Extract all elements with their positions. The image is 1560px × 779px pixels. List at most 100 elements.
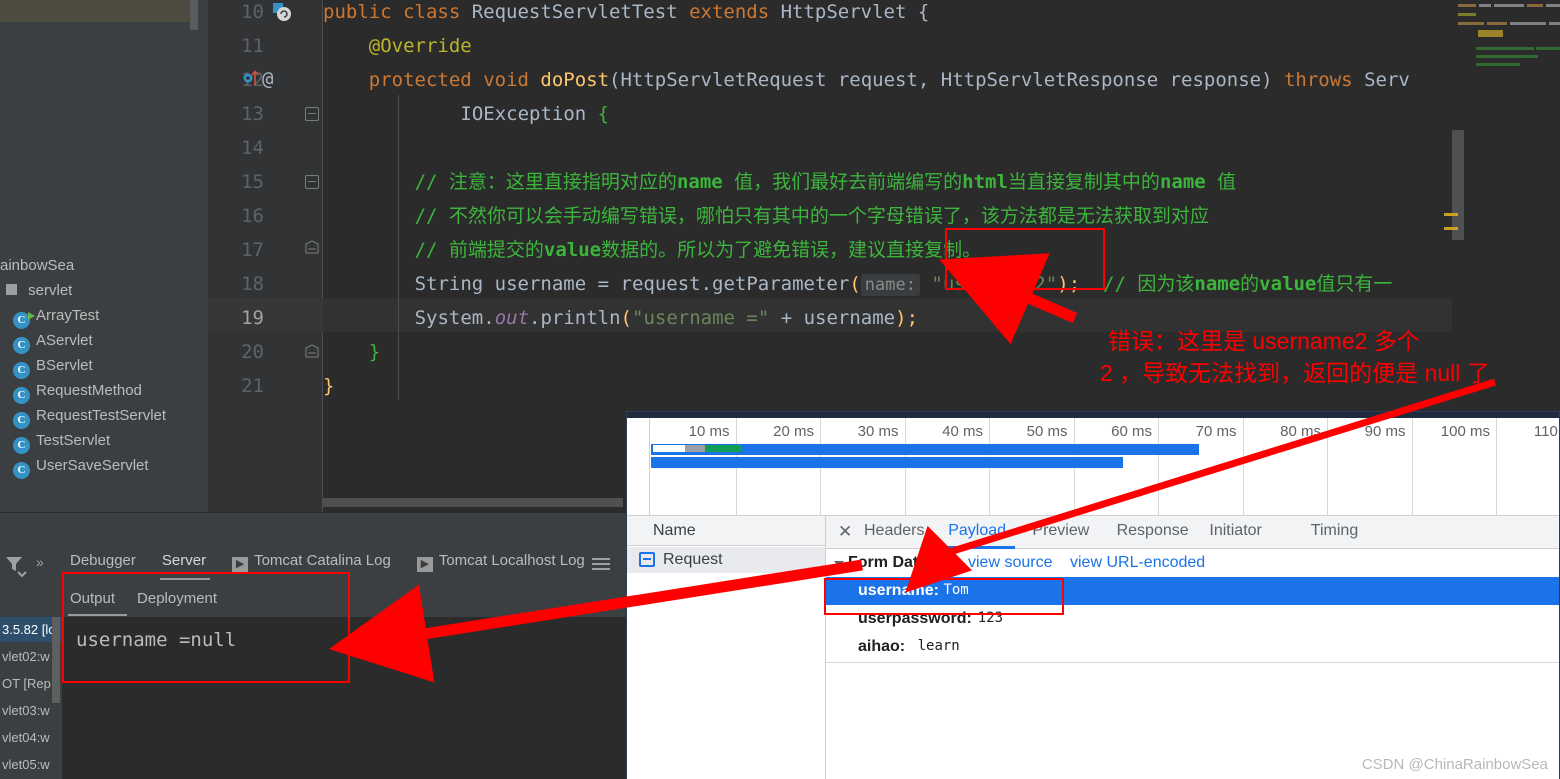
tool-tab-label: Tomcat Catalina Log bbox=[254, 552, 391, 569]
server-entry[interactable]: vlet05:w bbox=[0, 752, 62, 777]
fold-marker-13[interactable] bbox=[305, 107, 319, 121]
warning-stripe-marker[interactable] bbox=[1444, 227, 1458, 230]
code-token: ( bbox=[609, 69, 621, 91]
code-token: getParameter bbox=[712, 273, 850, 295]
overview-tick-label: 100 ms bbox=[1440, 423, 1490, 440]
network-request-row[interactable]: Request bbox=[627, 547, 825, 573]
tree-item-requesttestservlet[interactable]: C RequestTestServlet bbox=[13, 403, 166, 429]
hamburger-icon[interactable] bbox=[590, 554, 612, 574]
overview-tick-label: 60 ms bbox=[1111, 423, 1152, 440]
devtools-tab-headers[interactable]: Headers bbox=[864, 522, 924, 540]
code-token: // 因为该 bbox=[1103, 273, 1195, 295]
watermark: CSDN @ChinaRainbowSea bbox=[1361, 756, 1548, 773]
editor-horizontal-scroll-thumb[interactable] bbox=[323, 498, 623, 507]
code-token: protected bbox=[368, 69, 484, 91]
overview-tick-label: 40 ms bbox=[942, 423, 983, 440]
tool-tab-label: Server bbox=[161, 552, 207, 569]
devtools-tab-payload[interactable]: Payload bbox=[948, 522, 1006, 540]
tool-tab-tomcat-localhost-log[interactable]: ▶ Tomcat Localhost Log bbox=[416, 552, 585, 572]
code-token: 的 bbox=[1240, 273, 1260, 295]
tree-item-aservlet[interactable]: C AServlet bbox=[13, 328, 93, 354]
code-token: // 不然你可以会手动编写错误，哪怕只有其中的一个字母错误了，该方法都是无法获取… bbox=[414, 205, 1209, 227]
tree-item-label: TestServlet bbox=[36, 432, 111, 449]
tree-item-label: BServlet bbox=[36, 357, 93, 374]
project-selected-row[interactable] bbox=[0, 0, 190, 22]
tree-root-item[interactable]: ainbowSea bbox=[0, 253, 74, 278]
devtools-tabbar[interactable]: ✕ Headers Payload Preview Response Initiator… bbox=[826, 516, 1559, 549]
form-data-title: Form Data bbox=[848, 554, 928, 571]
tree-item-requestmethod[interactable]: C RequestMethod bbox=[13, 378, 142, 404]
tree-item-bservlet[interactable]: C BServlet bbox=[13, 353, 93, 379]
code-token: response bbox=[1169, 69, 1262, 91]
project-scrollbar[interactable] bbox=[190, 0, 198, 30]
override-method-gutter-icon[interactable] bbox=[243, 69, 259, 87]
class-runnable-icon: C bbox=[13, 312, 35, 329]
code-token: HttpServletRequest bbox=[620, 69, 838, 91]
fold-marker-15[interactable] bbox=[305, 175, 319, 189]
editor-scroll-thumb[interactable] bbox=[1452, 130, 1464, 240]
close-icon[interactable]: ✕ bbox=[838, 522, 852, 542]
tree-item-testservlet[interactable]: C TestServlet bbox=[13, 428, 111, 454]
tree-item-arraytest[interactable]: C ArrayTest bbox=[13, 303, 99, 329]
document-icon bbox=[639, 552, 655, 567]
fold-marker-17[interactable] bbox=[305, 240, 319, 254]
annotation-text-line1: 错误：这里是 username2 多个 bbox=[1108, 328, 1420, 354]
overview-tick-label: 90 ms bbox=[1364, 423, 1406, 440]
server-entry[interactable]: vlet04:w bbox=[0, 725, 62, 750]
project-panel[interactable]: ainbowSea servlet C ArrayTest C AServlet C BS… bbox=[0, 0, 208, 512]
view-source-link[interactable]: view source bbox=[968, 554, 1052, 572]
tree-item-package[interactable]: servlet bbox=[6, 278, 72, 303]
fold-marker-20[interactable] bbox=[305, 344, 319, 358]
class-run-gutter-icon[interactable] bbox=[272, 3, 292, 23]
devtools-tab-preview[interactable]: Preview bbox=[1032, 522, 1089, 540]
form-data-row[interactable]: aihao: learn bbox=[826, 633, 1559, 661]
overview-tick-label: 20 ms bbox=[773, 423, 814, 440]
code-token: . bbox=[529, 307, 541, 329]
annotation-box-username2 bbox=[945, 228, 1105, 290]
code-token: RequestServletTest bbox=[471, 1, 690, 23]
devtools-detail-pane[interactable]: ✕ Headers Payload Preview Response Initiator… bbox=[826, 516, 1559, 779]
tree-item-label: UserSaveServlet bbox=[36, 457, 149, 474]
network-overview[interactable]: 10 ms 20 ms 30 ms 40 ms 50 ms 60 ms 70 ms 80 ms… bbox=[627, 418, 1560, 516]
code-token: name bbox=[1159, 171, 1206, 193]
form-data-header[interactable]: Form Data view source view URL-encoded bbox=[826, 549, 1559, 577]
tool-tab-server[interactable]: Server bbox=[162, 552, 206, 569]
annotation-gutter-glyph: @ bbox=[262, 68, 274, 90]
code-token: doPost bbox=[540, 69, 610, 91]
tool-window-filter-icon[interactable]: » bbox=[0, 545, 56, 585]
class-icon: C bbox=[13, 362, 30, 379]
tool-tab-tomcat-catalina-log[interactable]: ▶ Tomcat Catalina Log bbox=[232, 552, 391, 572]
code-token: name bbox=[1194, 273, 1241, 295]
tool-tab-debugger[interactable]: Debugger bbox=[70, 552, 136, 569]
editor-minimap[interactable] bbox=[1452, 0, 1560, 67]
tree-item-usersaveservlet[interactable]: C UserSaveServlet bbox=[13, 453, 149, 479]
devtools-tab-initiator[interactable]: Initiator bbox=[1209, 522, 1261, 540]
form-data-bottom-border bbox=[826, 662, 1559, 663]
code-token: 值只有一 bbox=[1316, 273, 1393, 295]
name-column-header[interactable]: Name bbox=[627, 516, 825, 546]
chevron-down-icon[interactable] bbox=[834, 561, 844, 567]
warning-stripe-marker[interactable] bbox=[1444, 213, 1458, 216]
code-token: Serv bbox=[1364, 69, 1410, 91]
code-token: . bbox=[700, 273, 713, 295]
code-token: 当直接复制其中的 bbox=[1007, 171, 1160, 193]
devtools-tab-response[interactable]: Response bbox=[1117, 522, 1189, 540]
annotation-text-line2: 2 ，导致无法找到，返回的便是 null 了 bbox=[1100, 360, 1490, 386]
play-icon: ▶ bbox=[232, 557, 249, 572]
view-url-encoded-link[interactable]: view URL-encoded bbox=[1070, 554, 1205, 572]
tool-window-divider bbox=[0, 512, 628, 513]
code-token: request bbox=[620, 273, 701, 295]
code-token: request bbox=[837, 69, 918, 91]
code-token: println bbox=[540, 307, 621, 329]
code-token: ) bbox=[895, 307, 907, 329]
overview-tick-label: 70 ms bbox=[1195, 423, 1237, 440]
code-token: extends bbox=[689, 1, 781, 23]
network-name-column[interactable]: Name Request bbox=[627, 516, 826, 779]
code-token: ; bbox=[906, 307, 919, 329]
code-token: { bbox=[917, 1, 930, 23]
server-list-scrollbar[interactable] bbox=[52, 617, 60, 703]
devtools-window[interactable]: 10 ms 20 ms 30 ms 40 ms 50 ms 60 ms 70 ms 80 ms… bbox=[626, 411, 1560, 779]
devtools-tab-timing[interactable]: Timing bbox=[1311, 522, 1358, 540]
code-token: ) bbox=[1261, 69, 1284, 91]
code-token: HttpServlet bbox=[780, 1, 918, 23]
